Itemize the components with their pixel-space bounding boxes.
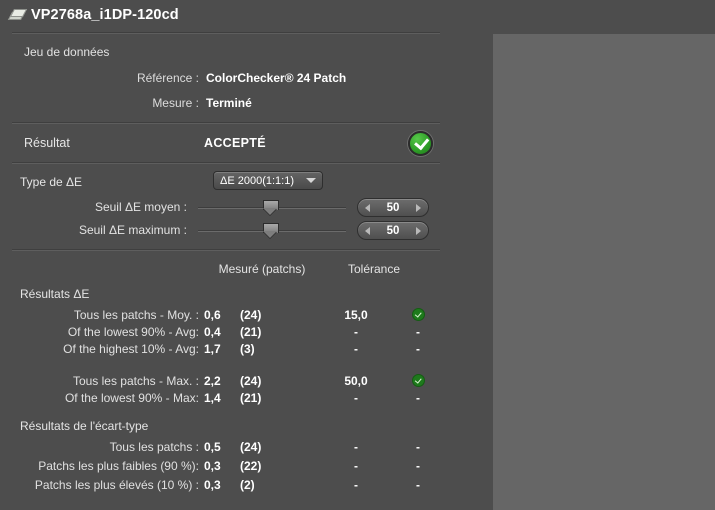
mean-threshold-row: Seuil ΔE moyen : 50 [0, 198, 440, 218]
table-row: Of the highest 10% - Avg: 1,7 (3) - - [0, 342, 440, 359]
dataset-measure-value: Terminé [206, 96, 252, 110]
row-tolerance-value: 50,0 [344, 374, 368, 388]
row-tolerance-value: - [354, 391, 358, 405]
page-title: VP2768a_i1DP-120cd [31, 6, 179, 23]
slider-thumb[interactable] [263, 200, 279, 215]
dataset-measure-row: Mesure : Terminé [0, 96, 440, 114]
result-label: Résultat [24, 136, 70, 150]
row-status: - [416, 440, 420, 454]
row-tolerance-value: - [354, 459, 358, 473]
row-patch-count: (24) [240, 440, 262, 454]
row-measured-value: 0,5 [204, 440, 221, 454]
color-patch-stack-icon [7, 7, 28, 23]
column-header-measured: Mesuré (patchs) [218, 262, 306, 276]
column-header-tolerance: Tolérance [347, 262, 401, 276]
table-row: Tous les patchs - Moy. : 0,6 (24) 15,0 [0, 308, 440, 325]
row-label: Of the highest 10% - Avg: [63, 342, 199, 356]
row-label: Of the lowest 90% - Avg: [67, 325, 199, 339]
mean-threshold-value: 50 [386, 201, 400, 214]
dataset-reference-label: Référence : [136, 71, 199, 85]
row-patch-count: (22) [240, 459, 262, 473]
green-check-circle-icon [408, 131, 433, 156]
green-check-circle-icon [411, 374, 425, 387]
row-status: - [416, 342, 420, 356]
max-threshold-slider[interactable] [198, 221, 346, 241]
row-label: Tous les patchs - Moy. : [73, 308, 199, 322]
row-status: - [416, 478, 420, 492]
right-side-panel [493, 34, 715, 510]
delta-e-type-label: Type de ΔE [20, 175, 83, 189]
report-content-pane: VP2768a_i1DP-120cd Jeu de données Référe… [0, 0, 493, 510]
row-patch-count: (3) [240, 342, 255, 356]
divider-title [12, 32, 440, 34]
table-row: Tous les patchs : 0,5 (24) - - [0, 440, 440, 457]
dataset-heading: Jeu de données [24, 45, 110, 59]
delta-e-type-select[interactable]: ΔE 2000(1:1:1) [213, 171, 323, 190]
row-measured-value: 1,7 [204, 342, 221, 356]
row-patch-count: (21) [240, 325, 262, 339]
row-label: Tous les patchs - Max. : [72, 374, 199, 388]
slider-thumb[interactable] [263, 223, 279, 238]
table-row: Tous les patchs - Max. : 2,2 (24) 50,0 [0, 374, 440, 391]
row-status [398, 374, 438, 390]
arrow-right-icon[interactable] [416, 203, 421, 212]
mean-threshold-slider[interactable] [198, 198, 346, 218]
row-label: Of the lowest 90% - Max: [64, 391, 199, 405]
section-title-delta-e: Résultats ΔE [20, 287, 90, 301]
row-status: - [416, 391, 420, 405]
row-patch-count: (24) [240, 308, 262, 322]
table-row: Of the lowest 90% - Max: 1,4 (21) - - [0, 391, 440, 408]
row-tolerance-value: 15,0 [344, 308, 368, 322]
row-tolerance-value: - [354, 478, 358, 492]
row-measured-value: 0,3 [204, 478, 221, 492]
delta-e-type-selected-value: ΔE 2000(1:1:1) [220, 174, 295, 187]
max-threshold-label: Seuil ΔE maximum : [78, 223, 187, 237]
max-threshold-row: Seuil ΔE maximum : 50 [0, 221, 440, 241]
mean-threshold-label: Seuil ΔE moyen : [94, 200, 187, 214]
mean-threshold-stepper[interactable]: 50 [357, 198, 429, 217]
divider-thresholds [12, 249, 440, 251]
row-measured-value: 0,3 [204, 459, 221, 473]
row-tolerance-value: - [354, 342, 358, 356]
dataset-reference-row: Référence : ColorChecker® 24 Patch [0, 71, 440, 89]
chevron-down-icon [306, 178, 316, 183]
divider-dataset [12, 122, 440, 124]
max-threshold-value: 50 [386, 224, 400, 237]
row-measured-value: 2,2 [204, 374, 221, 388]
row-status: - [416, 459, 420, 473]
table-row: Patchs les plus élevés (10 %) : 0,3 (2) - - [0, 478, 440, 495]
row-status [398, 308, 438, 324]
row-measured-value: 0,6 [204, 308, 221, 322]
row-label: Patchs les plus élevés (10 %) : [34, 478, 199, 492]
green-check-circle-icon [411, 308, 425, 321]
row-patch-count: (2) [240, 478, 255, 492]
dataset-reference-value: ColorChecker® 24 Patch [206, 71, 347, 85]
row-tolerance-value: - [354, 440, 358, 454]
row-label: Patchs les plus faibles (90 %): [38, 459, 199, 473]
max-threshold-stepper[interactable]: 50 [357, 221, 429, 240]
section-title-std-dev: Résultats de l'écart-type [20, 419, 149, 433]
dataset-measure-label: Mesure : [152, 96, 199, 110]
divider-result [12, 162, 440, 164]
arrow-right-icon[interactable] [416, 226, 421, 235]
status-badge [408, 131, 433, 156]
result-status-text: ACCEPTÉ [204, 136, 266, 150]
row-measured-value: 0,4 [204, 325, 221, 339]
row-measured-value: 1,4 [204, 391, 221, 405]
window-title-bar: VP2768a_i1DP-120cd [0, 0, 493, 29]
row-patch-count: (21) [240, 391, 262, 405]
row-label: Tous les patchs : [109, 440, 199, 454]
row-tolerance-value: - [354, 325, 358, 339]
table-row: Of the lowest 90% - Avg: 0,4 (21) - - [0, 325, 440, 342]
row-patch-count: (24) [240, 374, 262, 388]
table-row: Patchs les plus faibles (90 %): 0,3 (22) - - [0, 459, 440, 476]
row-status: - [416, 325, 420, 339]
